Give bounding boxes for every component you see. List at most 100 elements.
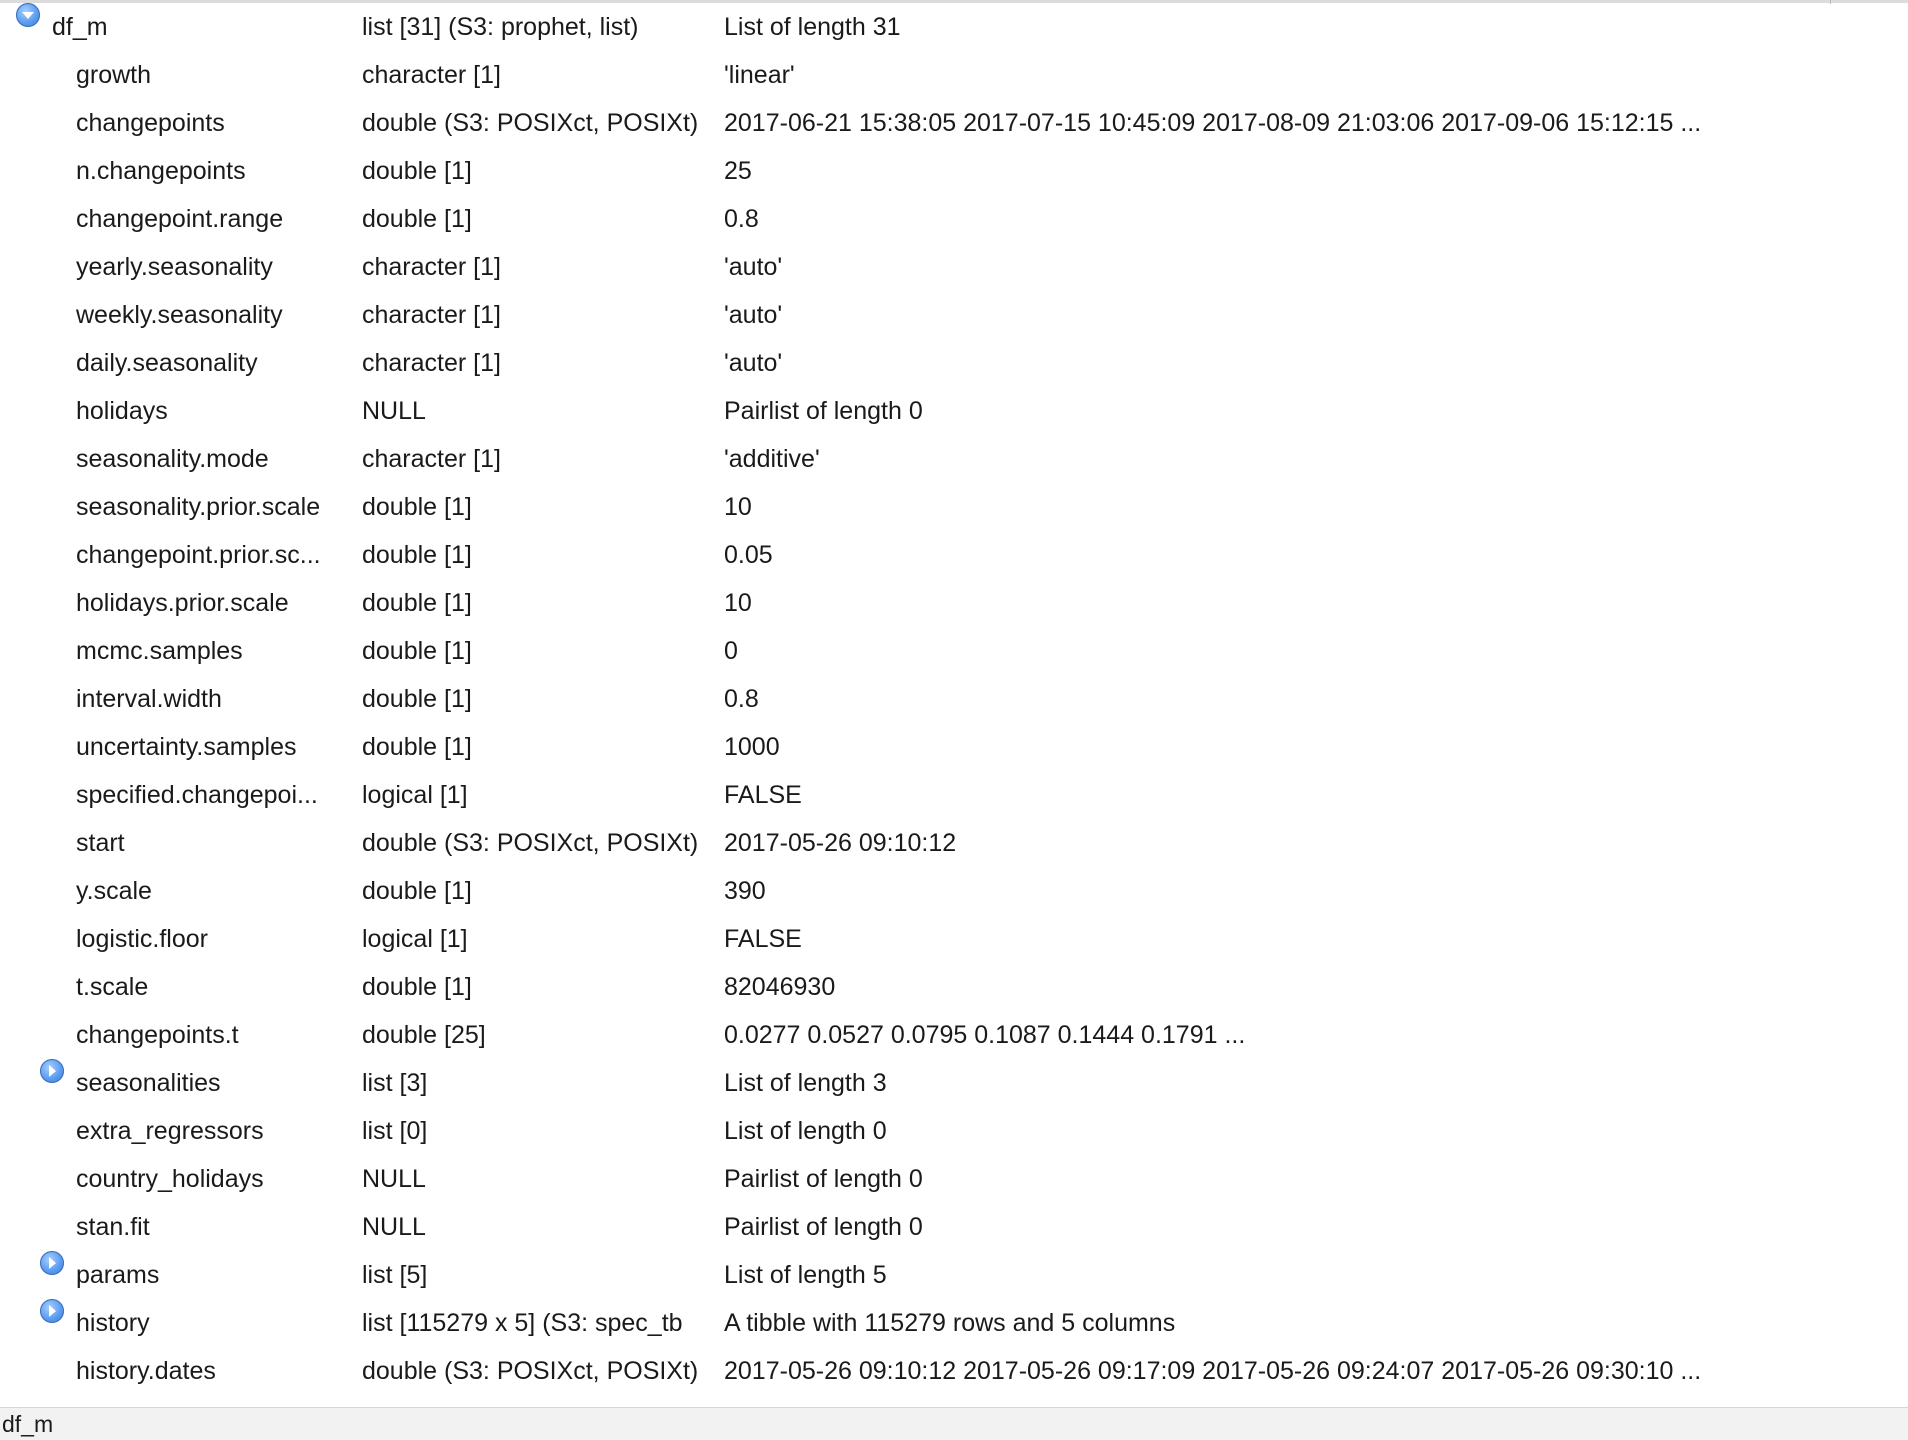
row-name: interval.width — [76, 685, 222, 713]
row-name: changepoints.t — [76, 1021, 239, 1049]
row-name: daily.seasonality — [76, 349, 258, 377]
row-value: 390 — [724, 877, 766, 905]
row-type: double [1] — [362, 541, 472, 569]
row-value: 2017-06-21 15:38:05 2017-07-15 10:45:09 … — [724, 109, 1702, 137]
row-type: NULL — [362, 1165, 426, 1193]
tree-row-specified-changepoi-[interactable]: specified.changepoi... logical [1] FALSE — [0, 771, 1908, 819]
row-name: logistic.floor — [76, 925, 208, 953]
row-type: character [1] — [362, 349, 501, 377]
row-value: 'auto' — [724, 253, 783, 281]
row-value: 'auto' — [724, 349, 783, 377]
row-type: double [1] — [362, 877, 472, 905]
row-value: 2017-05-26 09:10:12 2017-05-26 09:17:09 … — [724, 1357, 1702, 1385]
tree-row-seasonality-mode[interactable]: seasonality.mode character [1] 'additive' — [0, 435, 1908, 483]
row-type: double [1] — [362, 493, 472, 521]
tree-row-changepoint-range[interactable]: changepoint.range double [1] 0.8 — [0, 195, 1908, 243]
row-name: specified.changepoi... — [76, 781, 318, 809]
row-value: 10 — [724, 589, 752, 617]
row-type: character [1] — [362, 301, 501, 329]
row-value: FALSE — [724, 781, 802, 809]
tree-row-history[interactable]: history list [115279 x 5] (S3: spec_tb A t… — [0, 1299, 1908, 1347]
tree-row-changepoints[interactable]: changepoints double (S3: POSIXct, POSIXt)… — [0, 99, 1908, 147]
row-type: double [1] — [362, 205, 472, 233]
tree-row-daily-seasonality[interactable]: daily.seasonality character [1] 'auto' — [0, 339, 1908, 387]
row-name: start — [76, 829, 125, 857]
tree-row-df_m[interactable]: df_m list [31] (S3: prophet, list) List … — [0, 3, 1908, 51]
row-name: holidays.prior.scale — [76, 589, 289, 617]
row-value: Pairlist of length 0 — [724, 1213, 923, 1241]
row-name: country_holidays — [76, 1165, 264, 1193]
expand-toggle-icon[interactable] — [40, 1059, 64, 1083]
child-rows: growth character [1] 'linear' changepoints d… — [0, 51, 1908, 1395]
row-type: NULL — [362, 1213, 426, 1241]
tree-row-logistic-floor[interactable]: logistic.floor logical [1] FALSE — [0, 915, 1908, 963]
tree-row-history-dates[interactable]: history.dates double (S3: POSIXct, POSIXt… — [0, 1347, 1908, 1395]
row-name: history — [76, 1309, 150, 1337]
row-value: List of length 31 — [724, 13, 901, 41]
row-type: character [1] — [362, 253, 501, 281]
row-value: 10 — [724, 493, 752, 521]
tree-row-start[interactable]: start double (S3: POSIXct, POSIXt) 2017-05… — [0, 819, 1908, 867]
row-name: changepoint.prior.sc... — [76, 541, 321, 569]
row-name: mcmc.samples — [76, 637, 243, 665]
row-name: n.changepoints — [76, 157, 246, 185]
collapse-toggle-icon[interactable] — [16, 3, 40, 27]
row-value: FALSE — [724, 925, 802, 953]
row-value: 2017-05-26 09:10:12 — [724, 829, 957, 857]
expand-toggle-icon[interactable] — [40, 1251, 64, 1275]
row-type: double (S3: POSIXct, POSIXt) — [362, 829, 699, 857]
row-value: 0.05 — [724, 541, 773, 569]
object-tree: df_m list [31] (S3: prophet, list) List … — [0, 3, 1908, 1395]
tree-row-interval-width[interactable]: interval.width double [1] 0.8 — [0, 675, 1908, 723]
tree-row-weekly-seasonality[interactable]: weekly.seasonality character [1] 'auto' — [0, 291, 1908, 339]
row-value: List of length 3 — [724, 1069, 887, 1097]
tree-row-seasonality-prior-scale[interactable]: seasonality.prior.scale double [1] 10 — [0, 483, 1908, 531]
row-type: character [1] — [362, 445, 501, 473]
tree-row-n-changepoints[interactable]: n.changepoints double [1] 25 — [0, 147, 1908, 195]
row-name: uncertainty.samples — [76, 733, 297, 761]
row-value: 'additive' — [724, 445, 820, 473]
row-type: list [5] — [362, 1261, 428, 1289]
row-name: holidays — [76, 397, 168, 425]
tree-row-holidays[interactable]: holidays NULL Pairlist of length 0 — [0, 387, 1908, 435]
tree-row-changepoint-prior-sc-[interactable]: changepoint.prior.sc... double [1] 0.05 — [0, 531, 1908, 579]
tree-row-country_holidays[interactable]: country_holidays NULL Pairlist of length 0 — [0, 1155, 1908, 1203]
row-name: extra_regressors — [76, 1117, 264, 1145]
tree-row-params[interactable]: params list [5] List of length 5 — [0, 1251, 1908, 1299]
row-name: growth — [76, 61, 152, 89]
row-value: 0.8 — [724, 685, 759, 713]
status-bar: df_m — [0, 1407, 1908, 1440]
row-name: yearly.seasonality — [76, 253, 273, 281]
row-value: 0.8 — [724, 205, 759, 233]
row-value: List of length 5 — [724, 1261, 887, 1289]
expand-toggle-icon[interactable] — [40, 1299, 64, 1323]
row-name: seasonalities — [76, 1069, 221, 1097]
row-name: t.scale — [76, 973, 149, 1001]
tree-row-seasonalities[interactable]: seasonalities list [3] List of length 3 — [0, 1059, 1908, 1107]
row-name: seasonality.mode — [76, 445, 269, 473]
row-type: character [1] — [362, 61, 501, 89]
tree-row-stan-fit[interactable]: stan.fit NULL Pairlist of length 0 — [0, 1203, 1908, 1251]
tree-row-extra_regressors[interactable]: extra_regressors list [0] List of length 0 — [0, 1107, 1908, 1155]
tree-row-y-scale[interactable]: y.scale double [1] 390 — [0, 867, 1908, 915]
row-value: 'auto' — [724, 301, 783, 329]
row-type: double [1] — [362, 589, 472, 617]
tree-row-t-scale[interactable]: t.scale double [1] 82046930 — [0, 963, 1908, 1011]
row-name: y.scale — [76, 877, 152, 905]
tree-row-mcmc-samples[interactable]: mcmc.samples double [1] 0 — [0, 627, 1908, 675]
row-type: double [1] — [362, 157, 472, 185]
row-type: double (S3: POSIXct, POSIXt) — [362, 109, 699, 137]
tree-row-changepoints-t[interactable]: changepoints.t double [25] 0.0277 0.0527 0… — [0, 1011, 1908, 1059]
tree-row-yearly-seasonality[interactable]: yearly.seasonality character [1] 'auto' — [0, 243, 1908, 291]
row-value: 82046930 — [724, 973, 836, 1001]
row-name: history.dates — [76, 1357, 216, 1385]
row-type: double [1] — [362, 973, 472, 1001]
row-type: list [115279 x 5] (S3: spec_tb — [362, 1309, 683, 1337]
tree-row-holidays-prior-scale[interactable]: holidays.prior.scale double [1] 10 — [0, 579, 1908, 627]
row-type: double [1] — [362, 733, 472, 761]
row-value: 1000 — [724, 733, 780, 761]
row-name: weekly.seasonality — [76, 301, 283, 329]
tree-row-uncertainty-samples[interactable]: uncertainty.samples double [1] 1000 — [0, 723, 1908, 771]
row-type: double [1] — [362, 685, 472, 713]
tree-row-growth[interactable]: growth character [1] 'linear' — [0, 51, 1908, 99]
